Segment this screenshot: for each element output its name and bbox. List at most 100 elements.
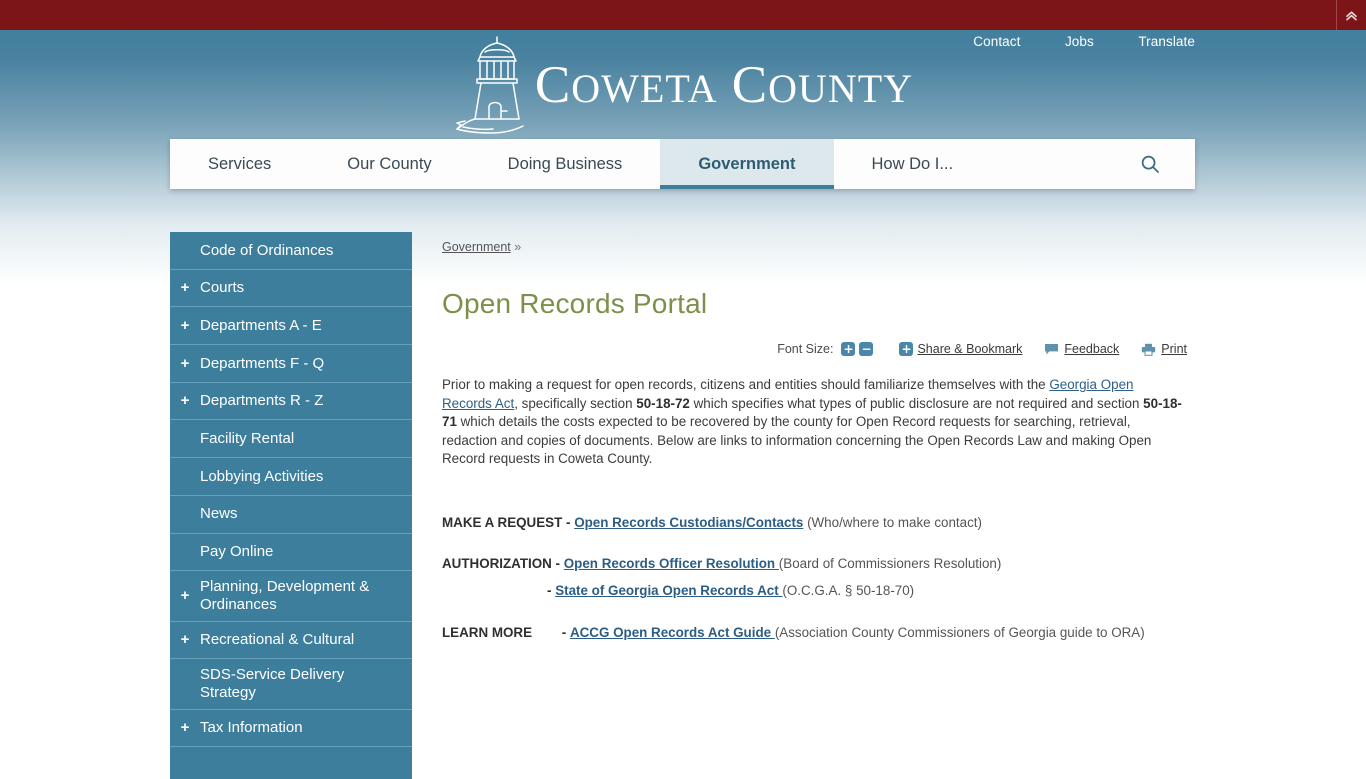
- expand-toggle-icon[interactable]: +: [170, 279, 200, 297]
- sidebar-item-departments-r-z[interactable]: + Departments R - Z: [170, 382, 412, 421]
- share-bookmark-label[interactable]: Share & Bookmark: [917, 342, 1022, 356]
- sidebar-item-label: Planning, Development & Ordinances: [200, 578, 370, 613]
- font-size-label: Font Size:: [777, 342, 834, 356]
- authorization-sub-row: - State of Georgia Open Records Act (O.C…: [442, 581, 1187, 600]
- sidebar-item-label: Facility Rental: [200, 429, 295, 447]
- expand-toggle-icon[interactable]: +: [170, 392, 200, 410]
- main-content: Government » Open Records Portal Font Si…: [442, 240, 1187, 650]
- nav-item-doing-business[interactable]: Doing Business: [470, 139, 661, 189]
- authorization-sub-dash: -: [547, 583, 552, 599]
- sidebar-item-pay-online[interactable]: + Pay Online: [170, 533, 412, 572]
- statute-50-18-72: 50-18-72: [636, 395, 690, 411]
- nav-item-how-do-i[interactable]: How Do I...: [834, 139, 992, 189]
- double-chevron-up-icon[interactable]: [1336, 0, 1366, 30]
- expand-toggle-icon[interactable]: +: [170, 631, 200, 649]
- nav-label-government: Government: [698, 154, 796, 173]
- sidebar-item-label: Code of Ordinances: [200, 241, 334, 259]
- intro-text-part1: Prior to making a request for open recor…: [442, 377, 1050, 392]
- page-title: Open Records Portal: [442, 288, 708, 319]
- sidebar-item-label: Tax Information: [200, 719, 303, 737]
- make-a-request-note: (Who/where to make contact): [803, 514, 982, 530]
- utility-link-contact[interactable]: Contact: [973, 34, 1020, 49]
- open-records-officer-resolution-link[interactable]: Open Records Officer Resolution: [564, 556, 779, 571]
- intro-text-part3: which specifies what types of public dis…: [689, 395, 1144, 411]
- sidebar-item-label: Courts: [200, 279, 245, 297]
- make-a-request-tag: MAKE A REQUEST -: [442, 514, 571, 530]
- title-rest-ounty: OUNTY: [768, 66, 914, 111]
- title-initial-c1: C: [534, 56, 572, 114]
- intro-paragraph: Prior to making a request for open recor…: [442, 376, 1187, 469]
- breadcrumb-link-government[interactable]: Government: [442, 240, 511, 254]
- main-navigation: Services Our County Doing Business Gover…: [170, 139, 1195, 189]
- sidebar-item-lobbying-activities[interactable]: + Lobbying Activities: [170, 458, 412, 496]
- feedback-button[interactable]: Feedback: [1044, 342, 1119, 356]
- title-initial-c2: C: [731, 56, 769, 114]
- print-label[interactable]: Print: [1161, 342, 1187, 356]
- page-tools-toolbar: Font Size: + − + Share & Bookmark Feedba…: [442, 342, 1187, 356]
- nav-item-our-county[interactable]: Our County: [309, 139, 469, 189]
- open-records-custodians-contacts-link[interactable]: Open Records Custodians/Contacts: [574, 515, 803, 530]
- sidebar-item-label: News: [200, 505, 238, 523]
- utility-link-translate[interactable]: Translate: [1138, 34, 1195, 49]
- top-utility-bar: [0, 0, 1366, 30]
- sidebar-item-planning-development-ordinances[interactable]: + Planning, Development & Ordinances: [170, 571, 412, 622]
- expand-toggle-icon[interactable]: +: [170, 355, 200, 373]
- utility-nav: Contact Jobs Translate: [0, 33, 1195, 51]
- nav-label-how-do-i: How Do I...: [871, 154, 954, 173]
- sidebar-item-sds-service-delivery-strategy[interactable]: + SDS-Service Delivery Strategy: [170, 659, 412, 710]
- utility-link-jobs[interactable]: Jobs: [1065, 34, 1094, 49]
- sidebar-item-code-of-ordinances[interactable]: + Code of Ordinances: [170, 232, 412, 270]
- nav-label-our-county: Our County: [347, 154, 432, 173]
- sidebar-item-facility-rental[interactable]: + Facility Rental: [170, 420, 412, 459]
- make-a-request-row: MAKE A REQUEST - Open Records Custodians…: [442, 513, 1187, 532]
- sidebar-item-label: SDS-Service Delivery Strategy: [200, 666, 345, 701]
- sidebar-item-blank[interactable]: +: [170, 747, 412, 779]
- nav-item-services[interactable]: Services: [170, 139, 309, 189]
- sidebar-item-news[interactable]: + News: [170, 495, 412, 534]
- breadcrumb: Government »: [442, 240, 1187, 254]
- nav-item-government[interactable]: Government: [660, 139, 834, 189]
- sidebar-item-courts[interactable]: + Courts: [170, 269, 412, 308]
- nav-label-services: Services: [208, 154, 272, 173]
- search-icon[interactable]: [1117, 139, 1183, 189]
- expand-toggle-icon[interactable]: +: [170, 317, 200, 335]
- expand-toggle-icon[interactable]: +: [170, 587, 200, 605]
- authorization-sub-note: (O.C.G.A. § 50-18-70): [782, 583, 915, 599]
- sidebar-item-tax-information[interactable]: + Tax Information: [170, 709, 412, 748]
- sidebar-item-recreational-cultural[interactable]: + Recreational & Cultural: [170, 621, 412, 660]
- learn-more-row: LEARN MORE - ACCG Open Records Act Guide…: [442, 623, 1187, 642]
- intro-text-part4: which details the costs expected to be r…: [442, 414, 1152, 466]
- authorization-note: (Board of Commissioners Resolution): [778, 555, 1002, 571]
- printer-icon: [1141, 343, 1156, 356]
- sidebar-item-label: Recreational & Cultural: [200, 631, 355, 649]
- nav-label-doing-business: Doing Business: [507, 154, 623, 173]
- share-plus-icon: +: [899, 342, 914, 356]
- learn-more-note: (Association County Commissioners of Geo…: [774, 624, 1145, 640]
- feedback-label[interactable]: Feedback: [1064, 342, 1119, 356]
- sidebar-menu: + Code of Ordinances + Courts + Departme…: [170, 232, 412, 779]
- sidebar-item-label: Departments F - Q: [200, 354, 325, 372]
- sidebar-item-label: Departments R - Z: [200, 392, 324, 410]
- learn-more-dash: -: [561, 624, 567, 640]
- learn-more-tag: LEARN MORE: [442, 624, 533, 640]
- font-increase-icon[interactable]: +: [841, 342, 856, 356]
- state-of-georgia-open-records-act-link[interactable]: State of Georgia Open Records Act: [555, 583, 782, 598]
- breadcrumb-separator: »: [514, 240, 522, 254]
- share-bookmark-button[interactable]: + Share & Bookmark: [899, 342, 1022, 356]
- page-title-coweta-county: COWETA COUNTY: [535, 55, 913, 115]
- accg-open-records-act-guide-link[interactable]: ACCG Open Records Act Guide: [570, 625, 775, 640]
- intro-text-part2: , specifically section: [514, 395, 637, 411]
- font-decrease-icon[interactable]: −: [859, 342, 874, 356]
- speech-bubble-icon: [1044, 343, 1059, 356]
- sidebar-item-label: Lobbying Activities: [200, 467, 324, 485]
- expand-toggle-icon[interactable]: +: [170, 719, 200, 737]
- print-button[interactable]: Print: [1141, 342, 1187, 356]
- authorization-tag: AUTHORIZATION -: [442, 555, 561, 571]
- sidebar-item-departments-a-e[interactable]: + Departments A - E: [170, 307, 412, 346]
- sidebar-item-label: Pay Online: [200, 543, 274, 560]
- sidebar-item-departments-f-q[interactable]: + Departments F - Q: [170, 345, 412, 383]
- authorization-row: AUTHORIZATION - Open Records Officer Res…: [442, 554, 1187, 573]
- sidebar-item-label: Departments A - E: [200, 316, 322, 334]
